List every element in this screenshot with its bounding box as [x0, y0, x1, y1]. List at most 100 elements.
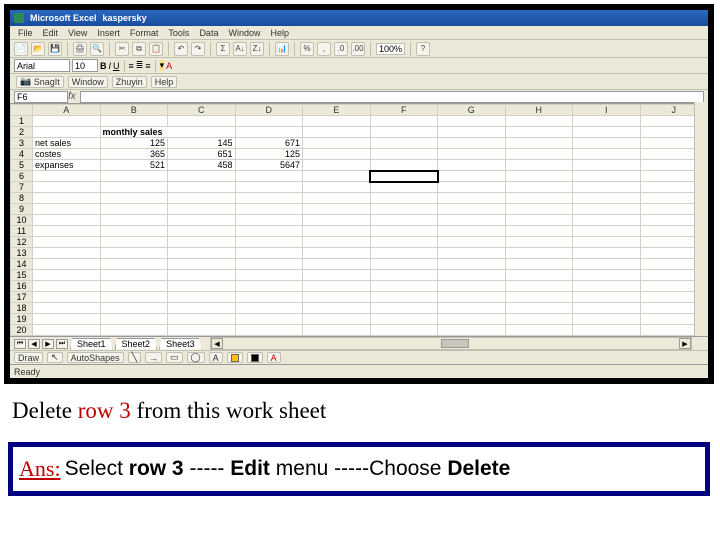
row-header[interactable]: 14	[11, 259, 33, 270]
row-header[interactable]: 9	[11, 204, 33, 215]
select-all-corner[interactable]	[11, 105, 33, 116]
menu-file[interactable]: File	[18, 28, 33, 38]
dec-dec-button[interactable]: .00	[351, 42, 365, 56]
cell[interactable]: 5647	[235, 160, 303, 171]
zoom-box[interactable]: 100%	[376, 43, 405, 55]
row-header[interactable]: 1	[11, 116, 33, 127]
menu-help[interactable]: Help	[270, 28, 289, 38]
cell[interactable]: 125	[100, 138, 168, 149]
preview-button[interactable]: 🔍	[90, 42, 104, 56]
cell[interactable]: 145	[168, 138, 236, 149]
col-header[interactable]: E	[303, 105, 371, 116]
align-center-button[interactable]: ≣	[136, 60, 144, 71]
paste-button[interactable]: 📋	[149, 42, 163, 56]
scroll-left-icon[interactable]: ◀	[211, 338, 223, 349]
tab-nav-first[interactable]: ⏮	[14, 339, 26, 349]
row-header[interactable]: 17	[11, 292, 33, 303]
line-color-icon[interactable]	[247, 352, 263, 363]
align-left-button[interactable]: ≡	[129, 61, 134, 71]
cell[interactable]: 365	[100, 149, 168, 160]
chart-button[interactable]: 📊	[275, 42, 289, 56]
oval-icon[interactable]: ◯	[187, 352, 205, 363]
sheet-tab[interactable]: Sheet2	[115, 338, 158, 350]
cut-button[interactable]: ✂	[115, 42, 129, 56]
worksheet-grid[interactable]: A B C D E F G H I J 1 2monthly sales 3ne…	[10, 104, 708, 354]
align-right-button[interactable]: ≡	[145, 61, 150, 71]
col-header[interactable]: F	[370, 105, 438, 116]
line-icon[interactable]: ╲	[128, 352, 141, 363]
fx-icon[interactable]: fx	[68, 91, 76, 102]
tab-nav-last[interactable]: ⏭	[56, 339, 68, 349]
row-header[interactable]: 13	[11, 248, 33, 259]
scroll-thumb[interactable]	[441, 339, 469, 348]
row-header[interactable]: 10	[11, 215, 33, 226]
menu-data[interactable]: Data	[199, 28, 218, 38]
name-box[interactable]	[14, 91, 68, 103]
menu-format[interactable]: Format	[130, 28, 159, 38]
zhuyin-button[interactable]: Zhuyin	[112, 76, 147, 88]
comma-button[interactable]: ,	[317, 42, 331, 56]
menu-window[interactable]: Window	[228, 28, 260, 38]
col-header[interactable]: C	[168, 105, 236, 116]
cell[interactable]: 671	[235, 138, 303, 149]
scroll-right-icon[interactable]: ▶	[679, 338, 691, 349]
rect-icon[interactable]: ▭	[166, 352, 183, 363]
font-color-button[interactable]: A	[166, 61, 172, 71]
row-header[interactable]: 11	[11, 226, 33, 237]
row-header[interactable]: 12	[11, 237, 33, 248]
sheet-tab[interactable]: Sheet3	[159, 338, 202, 350]
horizontal-scrollbar[interactable]: ◀ ▶	[210, 337, 692, 350]
menu-edit[interactable]: Edit	[43, 28, 59, 38]
row-header[interactable]: 16	[11, 281, 33, 292]
row-header[interactable]: 4	[11, 149, 33, 160]
selected-cell[interactable]	[370, 171, 438, 182]
row-header[interactable]: 20	[11, 325, 33, 336]
fill-color-button[interactable]: ▾	[160, 60, 165, 71]
row-header[interactable]: 5	[11, 160, 33, 171]
font-size-box[interactable]	[72, 59, 98, 72]
help-button[interactable]: Help	[151, 76, 178, 88]
underline-button[interactable]: U	[113, 61, 120, 71]
font-color-drawing-icon[interactable]: A	[267, 352, 281, 363]
menu-insert[interactable]: Insert	[97, 28, 120, 38]
col-header[interactable]: H	[505, 105, 573, 116]
sort-asc-button[interactable]: A↓	[233, 42, 247, 56]
cell[interactable]: 651	[168, 149, 236, 160]
select-objects-icon[interactable]: ↖	[47, 352, 63, 363]
snagit-window-dropdown[interactable]: Window	[68, 76, 108, 88]
redo-button[interactable]: ↷	[191, 42, 205, 56]
copy-button[interactable]: ⧉	[132, 42, 146, 56]
cell[interactable]: costes	[33, 149, 101, 160]
italic-button[interactable]: I	[109, 61, 112, 71]
fill-color-icon[interactable]	[227, 352, 243, 363]
col-header[interactable]: D	[235, 105, 303, 116]
row-header[interactable]: 3	[11, 138, 33, 149]
row-header[interactable]: 8	[11, 193, 33, 204]
sum-button[interactable]: Σ	[216, 42, 230, 56]
title-cell[interactable]: monthly sales	[100, 127, 235, 138]
row-header[interactable]: 7	[11, 182, 33, 193]
sort-desc-button[interactable]: Z↓	[250, 42, 264, 56]
draw-menu[interactable]: Draw	[14, 352, 43, 363]
percent-button[interactable]: %	[300, 42, 314, 56]
bold-button[interactable]: B	[100, 61, 107, 71]
col-header[interactable]: A	[33, 105, 101, 116]
row-header[interactable]: 19	[11, 314, 33, 325]
new-button[interactable]: 📄	[14, 42, 28, 56]
col-header[interactable]: I	[573, 105, 641, 116]
help-icon[interactable]: ?	[416, 42, 430, 56]
tab-nav-next[interactable]: ▶	[42, 339, 54, 349]
cell[interactable]: 458	[168, 160, 236, 171]
font-name-box[interactable]	[14, 59, 70, 72]
undo-button[interactable]: ↶	[174, 42, 188, 56]
menu-tools[interactable]: Tools	[168, 28, 189, 38]
row-header[interactable]: 2	[11, 127, 33, 138]
row-header[interactable]: 6	[11, 171, 33, 182]
cell[interactable]: 521	[100, 160, 168, 171]
sheet-tab[interactable]: Sheet1	[70, 338, 113, 350]
row-header[interactable]: 15	[11, 270, 33, 281]
autoshapes-menu[interactable]: AutoShapes	[67, 352, 124, 363]
menu-view[interactable]: View	[68, 28, 87, 38]
open-button[interactable]: 📂	[31, 42, 45, 56]
tab-nav-prev[interactable]: ◀	[28, 339, 40, 349]
